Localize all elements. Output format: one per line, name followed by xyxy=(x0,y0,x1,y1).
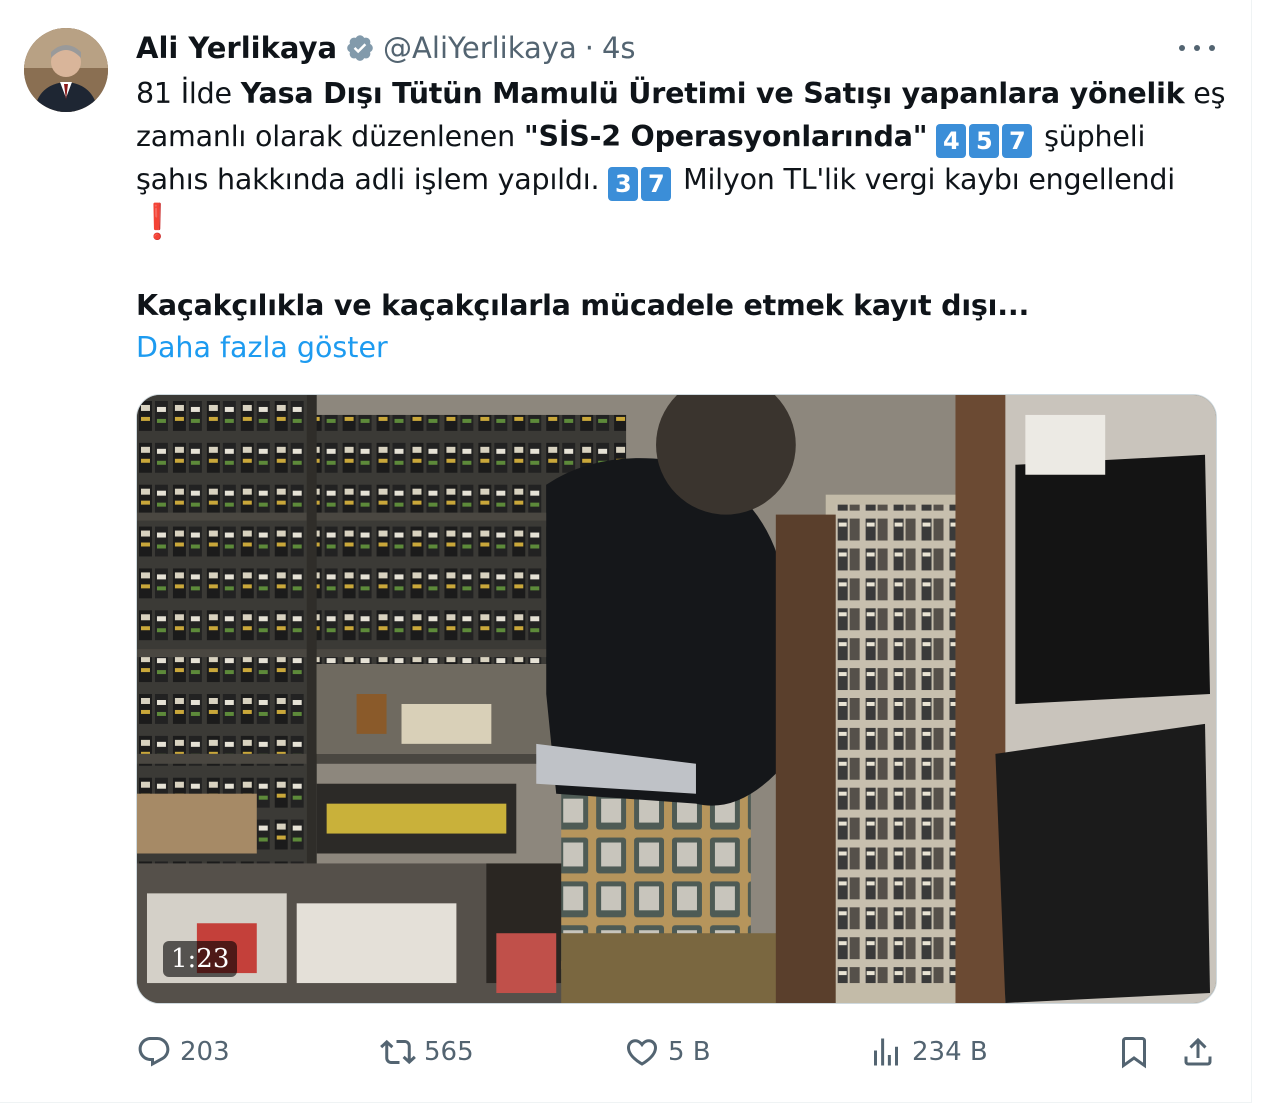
video-duration: 1:23 xyxy=(163,941,238,977)
views-count: 234 B xyxy=(912,1037,988,1067)
tweet-card[interactable]: Ali Yerlikaya @AliYerlikaya · 4s 81 İlde… xyxy=(0,0,1252,1103)
reply-button[interactable]: 203 xyxy=(136,1030,230,1074)
keycap-digit: 7 xyxy=(641,167,672,201)
avatar[interactable] xyxy=(24,28,108,112)
text-bold-segment: Yasa Dışı Tütün Mamulü Üretimi ve Satışı… xyxy=(240,77,1185,110)
repost-count: 565 xyxy=(424,1037,474,1067)
separator: · xyxy=(584,31,594,65)
text-segment: 81 İlde xyxy=(136,77,241,110)
repost-button[interactable]: 565 xyxy=(380,1030,474,1074)
views-icon xyxy=(874,1038,898,1066)
author-handle[interactable]: @AliYerlikaya xyxy=(383,31,577,65)
author-name[interactable]: Ali Yerlikaya xyxy=(136,31,337,65)
operation-name: "SİS-2 Operasyonlarında" xyxy=(523,120,928,153)
bookmark-button[interactable] xyxy=(1116,1030,1152,1074)
reply-count: 203 xyxy=(180,1037,230,1067)
video-thumbnail xyxy=(137,395,1216,1003)
tweet-text: 81 İlde Yasa Dışı Tütün Mamulü Üretimi v… xyxy=(136,72,1226,245)
share-button[interactable] xyxy=(1180,1030,1216,1074)
tweet-header: Ali Yerlikaya @AliYerlikaya · 4s xyxy=(136,28,636,68)
like-count: 5 B xyxy=(668,1037,711,1067)
repost-icon xyxy=(380,1039,416,1065)
timestamp[interactable]: 4s xyxy=(602,31,636,65)
keycap-digit: 4 xyxy=(936,124,967,158)
text-segment: Milyon TL'lik vergi kaybı engellendi xyxy=(674,163,1176,196)
keycap-digit: 3 xyxy=(608,167,639,201)
share-icon xyxy=(1184,1037,1212,1066)
views-button[interactable]: 234 B xyxy=(868,1030,988,1074)
loss-count: 37 xyxy=(608,163,674,201)
verified-badge-icon xyxy=(347,35,373,61)
reply-icon xyxy=(138,1037,170,1067)
action-bar: 203 565 5 B 234 B xyxy=(136,1030,1226,1074)
avatar-photo xyxy=(24,28,108,112)
like-icon xyxy=(626,1039,658,1066)
keycap-digit: 5 xyxy=(969,124,1000,158)
like-button[interactable]: 5 B xyxy=(624,1030,711,1074)
bookmark-icon xyxy=(1122,1037,1146,1069)
video-player[interactable]: 1:23 xyxy=(136,394,1217,1004)
show-more-link[interactable]: Daha fazla göster xyxy=(136,326,388,369)
suspects-count: 457 xyxy=(936,120,1035,158)
exclamation-emoji: ❗ xyxy=(136,202,179,242)
keycap-digit: 7 xyxy=(1002,124,1033,158)
more-options-icon[interactable] xyxy=(1179,38,1215,58)
tweet-text-paragraph: Kaçakçılıkla ve kaçakçılarla mücadele et… xyxy=(136,289,1030,322)
